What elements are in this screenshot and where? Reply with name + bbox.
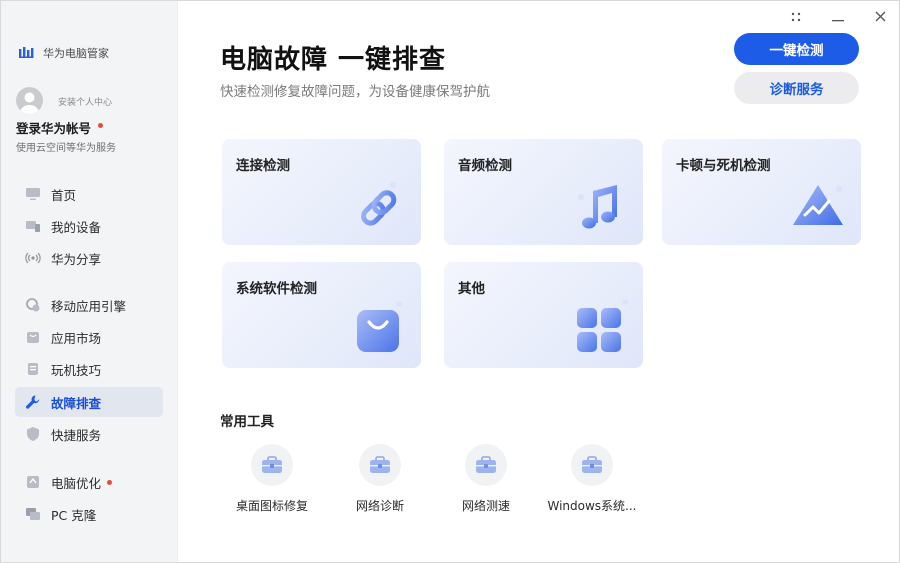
toolbox-icon <box>465 444 507 486</box>
sidebar-item-home[interactable]: 首页 <box>15 179 163 209</box>
brand: 华为电脑管家 <box>19 45 109 61</box>
sidebar-item-quick-service[interactable]: 快捷服务 <box>15 419 163 449</box>
toolbox-icon <box>251 444 293 486</box>
tool-network-diagnosis[interactable]: 网络诊断 <box>325 444 435 514</box>
tool-label: 网络测速 <box>461 499 510 513</box>
sidebar-item-troubleshooting[interactable]: 故障排查 <box>15 387 163 417</box>
card-connection-check[interactable]: 连接检测 <box>222 139 421 245</box>
card-label: 连接检测 <box>236 158 290 174</box>
sidebar-item-label: 移动应用引擎 <box>51 298 127 314</box>
login-huawei-account[interactable]: 登录华为帐号 <box>16 118 91 137</box>
card-label: 其他 <box>458 281 485 297</box>
card-label: 音频检测 <box>458 158 512 174</box>
huawei-pc-manager-logo-icon <box>19 46 35 60</box>
pc-clone-icon <box>25 506 41 522</box>
share-wireless-icon <box>25 250 41 266</box>
optimize-icon <box>25 474 41 490</box>
link-icon <box>349 177 407 235</box>
devices-icon <box>25 218 41 234</box>
wrench-icon <box>25 394 41 410</box>
tips-icon <box>25 361 41 377</box>
diagnostic-service-button[interactable]: 诊断服务 <box>734 72 859 104</box>
card-system-software-check[interactable]: 系统软件检测 <box>222 262 421 368</box>
card-audio-check[interactable]: 音频检测 <box>444 139 643 245</box>
avatar[interactable] <box>16 87 43 114</box>
sidebar-item-label: 应用市场 <box>51 330 102 346</box>
sidebar-item-label: 华为分享 <box>51 251 102 267</box>
tool-label: 网络诊断 <box>355 499 404 513</box>
minimize-button[interactable] <box>826 7 850 25</box>
login-notification-dot <box>98 123 103 128</box>
sidebar-item-app-engine[interactable]: 移动应用引擎 <box>15 290 163 320</box>
sidebar-item-label: 故障排查 <box>51 395 102 411</box>
monitor-icon <box>25 186 41 202</box>
brand-name: 华为电脑管家 <box>43 47 109 60</box>
sidebar-item-pc-clone[interactable]: PC 克隆 <box>15 499 163 529</box>
music-note-icon <box>571 177 629 235</box>
app-window: 华为电脑管家 安装个人中心 登录华为帐号 使用云空间等华为服务 首页 我的设备 <box>0 0 900 563</box>
toolbox-icon <box>571 444 613 486</box>
sidebar: 华为电脑管家 安装个人中心 登录华为帐号 使用云空间等华为服务 首页 我的设备 <box>1 1 178 562</box>
tool-label: Windows系统... <box>547 499 637 513</box>
close-icon <box>875 7 886 26</box>
sidebar-item-tips[interactable]: 玩机技巧 <box>15 354 163 384</box>
sidebar-item-label: 快捷服务 <box>51 427 102 443</box>
card-label: 卡顿与死机检测 <box>676 158 771 174</box>
app-engine-icon <box>25 297 41 313</box>
sidebar-item-label: 首页 <box>51 187 77 203</box>
close-button[interactable] <box>868 7 892 25</box>
sidebar-item-huawei-share[interactable]: 华为分享 <box>15 243 163 273</box>
common-tools-title: 常用工具 <box>220 414 274 430</box>
personal-center-link[interactable]: 安装个人中心 <box>58 95 112 108</box>
card-lag-freeze-check[interactable]: 卡顿与死机检测 <box>662 139 861 245</box>
page-subtitle: 快速检测修复故障问题，为设备健康保驾护航 <box>220 84 490 100</box>
triangle-chart-icon <box>789 177 847 235</box>
sidebar-item-label: 电脑优化 <box>51 475 102 491</box>
tool-desktop-icon-repair[interactable]: 桌面图标修复 <box>217 444 327 514</box>
dots-grid-icon <box>791 7 801 26</box>
toolbox-icon <box>359 444 401 486</box>
shield-icon <box>25 426 41 442</box>
card-label: 系统软件检测 <box>236 281 317 297</box>
sidebar-item-label: PC 克隆 <box>51 507 97 523</box>
card-other[interactable]: 其他 <box>444 262 643 368</box>
tool-label: 桌面图标修复 <box>235 499 308 513</box>
page-title: 电脑故障 一键排查 <box>220 45 447 75</box>
tool-network-speed-test[interactable]: 网络测速 <box>431 444 541 514</box>
sidebar-item-pc-optimize[interactable]: 电脑优化 <box>15 467 163 497</box>
sidebar-item-my-devices[interactable]: 我的设备 <box>15 211 163 241</box>
sidebar-item-label: 玩机技巧 <box>51 362 102 378</box>
minimize-icon <box>832 7 844 26</box>
sidebar-item-app-market[interactable]: 应用市场 <box>15 322 163 352</box>
one-click-detect-button[interactable]: 一键检测 <box>734 33 859 65</box>
bag-icon <box>349 300 407 358</box>
store-bag-icon <box>25 329 41 345</box>
sidebar-item-label: 我的设备 <box>51 219 102 235</box>
grid-icon <box>571 299 629 358</box>
login-subtitle: 使用云空间等华为服务 <box>16 143 116 154</box>
tool-windows-system[interactable]: Windows系统... <box>537 444 647 514</box>
notification-dot <box>107 479 113 485</box>
feedback-dots-button[interactable] <box>784 7 808 25</box>
